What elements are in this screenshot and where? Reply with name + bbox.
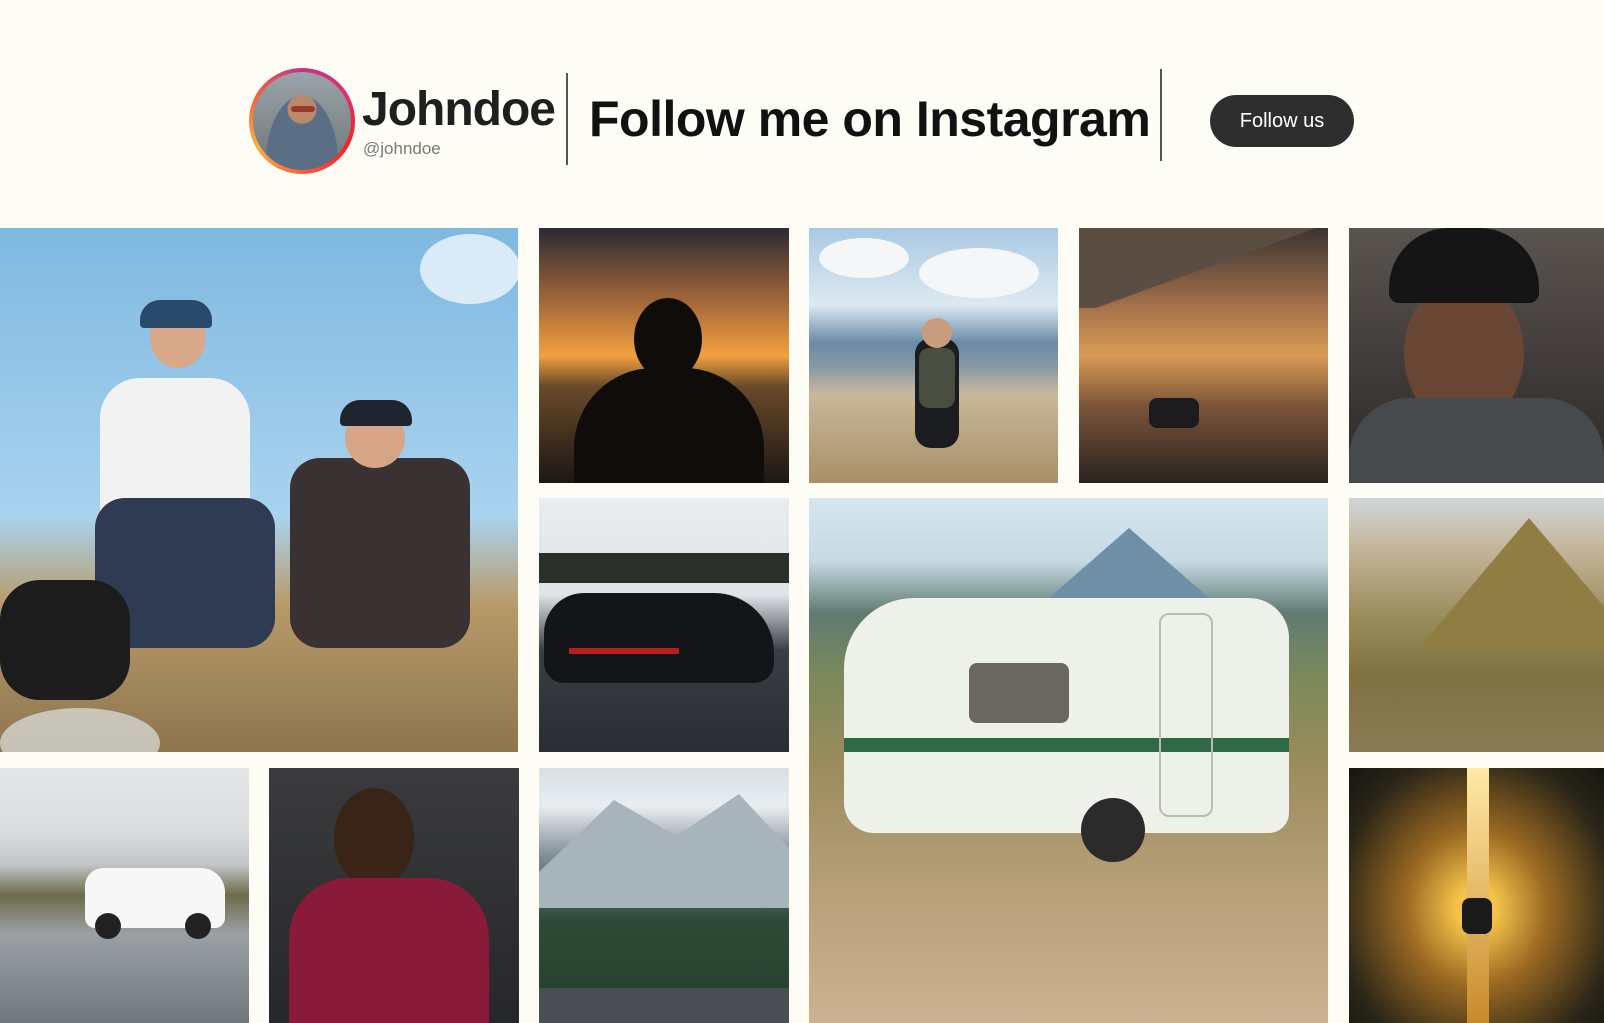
photo-tile-vintage-caravan-in-hills[interactable] — [809, 498, 1328, 1023]
profile-handle[interactable]: @johndoe — [363, 139, 441, 159]
photo-tile-golden-hills[interactable] — [1349, 498, 1604, 752]
photo-tile-mountain-road-with-pines[interactable] — [539, 768, 789, 1023]
photo-tile-car-headlights-forest-road[interactable] — [1349, 768, 1604, 1023]
avatar[interactable] — [249, 68, 355, 174]
divider — [1160, 69, 1162, 161]
divider — [566, 73, 568, 165]
photo-tile-man-in-beanie-portrait[interactable] — [1349, 228, 1604, 483]
follow-button[interactable]: Follow us — [1210, 95, 1354, 147]
photo-tile-hiker-with-sheep[interactable] — [809, 228, 1058, 483]
photo-tile-two-men-sitting-on-hill[interactable] — [0, 228, 518, 752]
photo-tile-black-sports-car-on-road[interactable] — [539, 498, 789, 752]
avatar-photo — [253, 72, 351, 170]
page-title: Follow me on Instagram — [589, 91, 1151, 147]
profile-name: Johndoe — [362, 83, 556, 136]
profile-header: Johndoe @johndoe Follow me on Instagram … — [0, 0, 1604, 228]
photo-tile-silhouette-at-sunset[interactable] — [539, 228, 789, 483]
photo-tile-man-in-red-sweater[interactable] — [269, 768, 519, 1023]
photo-tile-white-suv-in-snow[interactable] — [0, 768, 249, 1023]
photo-tile-car-on-mountain-road-sunset[interactable] — [1079, 228, 1328, 483]
